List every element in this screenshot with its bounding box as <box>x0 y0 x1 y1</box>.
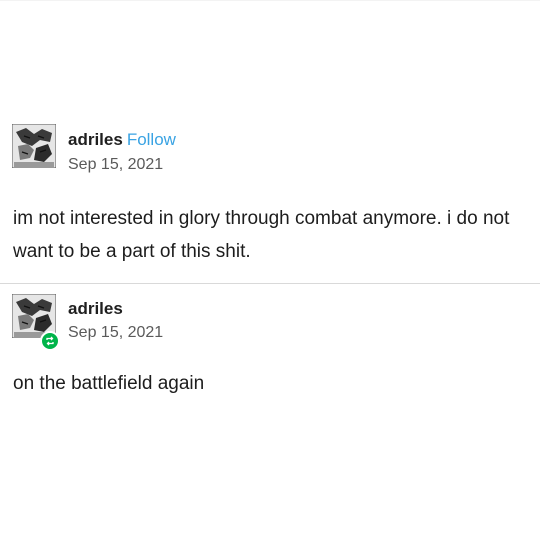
top-divider <box>0 0 540 1</box>
post-text: on the battlefield again <box>13 373 205 394</box>
username[interactable]: adriles Follow <box>68 130 176 150</box>
follow-button[interactable]: Follow <box>127 130 176 149</box>
reblog-icon <box>40 331 60 351</box>
comic-avatar-icon <box>12 124 56 168</box>
post-text: im not interested in glory through comba… <box>13 208 510 262</box>
username[interactable]: adriles <box>68 299 123 319</box>
username-label[interactable]: adriles <box>68 299 123 318</box>
post-date: Sep 15, 2021 <box>68 324 164 341</box>
post: adriles Follow Sep 15, 2021 im not intere… <box>0 118 540 262</box>
username-label[interactable]: adriles <box>68 130 123 149</box>
avatar[interactable] <box>12 124 56 168</box>
post-date: Sep 15, 2021 <box>68 156 164 173</box>
post-header: adriles Follow Sep 15, 2021 <box>0 118 540 176</box>
post-header: adriles Sep 15, 2021 <box>0 284 540 351</box>
post: adriles Sep 15, 2021 on the battlefield … <box>0 283 540 394</box>
